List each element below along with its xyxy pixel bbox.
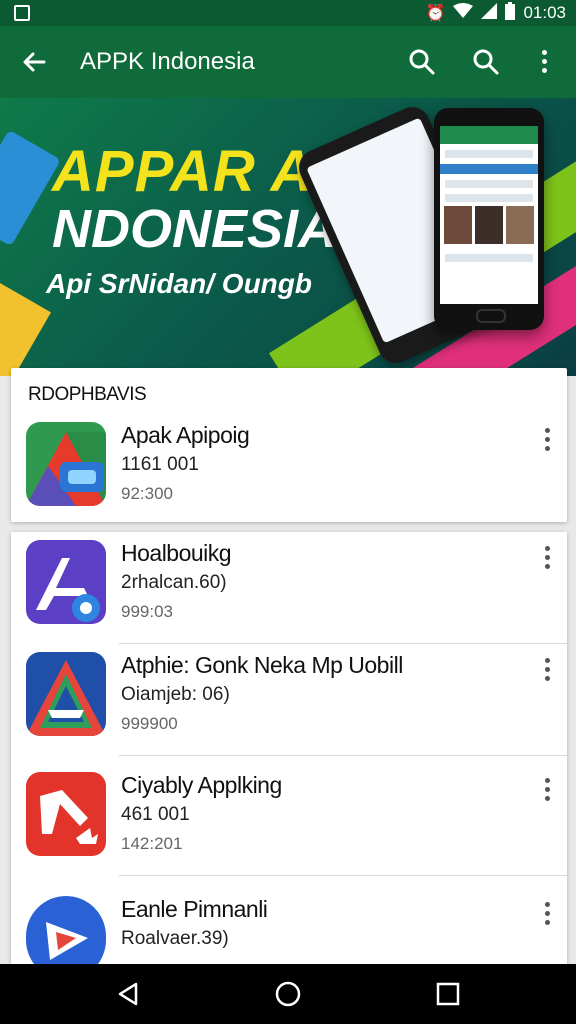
banner-decoration xyxy=(0,282,51,376)
app-icon xyxy=(26,772,106,856)
section-title: RDOPHBAVIS xyxy=(28,384,147,405)
app-name: Apak Apipoig xyxy=(121,422,250,448)
app-icon xyxy=(26,652,106,736)
alarm-icon: ⏰ xyxy=(425,5,446,22)
status-icons: ⏰ 01:03 xyxy=(425,1,566,25)
search-icon xyxy=(473,49,499,75)
list-item[interactable]: Hoalbouikg 2rhalcan.60) 999:03 xyxy=(11,532,567,644)
more-vert-icon[interactable] xyxy=(539,902,555,928)
divider xyxy=(119,875,567,876)
more-vert-icon[interactable] xyxy=(539,428,555,454)
app-subtitle: 1161 001 xyxy=(121,454,199,475)
more-vert-icon[interactable] xyxy=(539,658,555,684)
app-name: Atphie: Gonk Neka Mp Uobill xyxy=(121,652,403,678)
overflow-menu-button[interactable] xyxy=(536,46,552,78)
app-subtitle: 461 001 xyxy=(121,804,190,825)
triangle-back-icon xyxy=(118,982,138,1006)
app-subtitle: 2rhalcan.60) xyxy=(121,572,227,593)
status-bar: ⏰ 01:03 xyxy=(0,0,576,26)
app-meta: 142:201 xyxy=(121,834,183,853)
app-name: Eanle Pimnanli xyxy=(121,896,268,922)
status-time: 01:03 xyxy=(523,3,566,22)
page-title: APPK Indonesia xyxy=(80,48,255,75)
search-button[interactable] xyxy=(406,46,438,78)
arrow-back-icon xyxy=(23,52,46,72)
app-name: Hoalbouikg xyxy=(121,540,232,566)
search-icon xyxy=(409,49,435,75)
list-item[interactable]: Apak Apipoig 1161 001 92:300 xyxy=(11,414,567,526)
list-item[interactable]: Atphie: Gonk Neka Mp Uobill Oiamjeb: 06)… xyxy=(11,644,567,756)
battery-icon xyxy=(505,1,516,25)
app-meta: 92:300 xyxy=(121,484,173,503)
divider xyxy=(119,755,567,756)
app-subtitle: Oiamjeb: 06) xyxy=(121,684,230,705)
square-recents-icon xyxy=(436,982,460,1006)
app-bar: APPK Indonesia xyxy=(0,26,576,98)
nav-home-button[interactable] xyxy=(274,980,302,1008)
list-item[interactable]: Ciyably Applking 461 001 142:201 xyxy=(11,764,567,876)
nav-back-button[interactable] xyxy=(114,980,142,1008)
app-meta: 999:03 xyxy=(121,602,173,621)
app-subtitle: Roalvaer.39) xyxy=(121,928,229,949)
notification-icon xyxy=(14,5,30,21)
signal-icon xyxy=(481,2,498,24)
banner-subheadline: NDONESIA xyxy=(52,199,338,259)
more-vert-icon[interactable] xyxy=(539,546,555,572)
phone-illustration xyxy=(434,108,544,330)
back-button[interactable] xyxy=(18,46,50,78)
app-name: Ciyably Applking xyxy=(121,772,282,798)
banner-tagline: Api SrNidan/ Oungb xyxy=(46,268,312,299)
app-meta: 999900 xyxy=(121,714,178,733)
app-icon xyxy=(26,422,106,506)
more-vert-icon xyxy=(536,50,552,76)
system-nav-bar xyxy=(0,964,576,1024)
app-icon xyxy=(26,540,106,624)
search-button-2[interactable] xyxy=(470,46,502,78)
circle-home-icon xyxy=(275,981,301,1007)
nav-recents-button[interactable] xyxy=(434,980,462,1008)
wifi-icon xyxy=(453,2,474,24)
app-list-card: Hoalbouikg 2rhalcan.60) 999:03 Atphie: G… xyxy=(11,532,567,980)
more-vert-icon[interactable] xyxy=(539,778,555,804)
featured-card: RDOPHBAVIS Apak Apipoig 1161 001 92:300 xyxy=(11,368,567,522)
